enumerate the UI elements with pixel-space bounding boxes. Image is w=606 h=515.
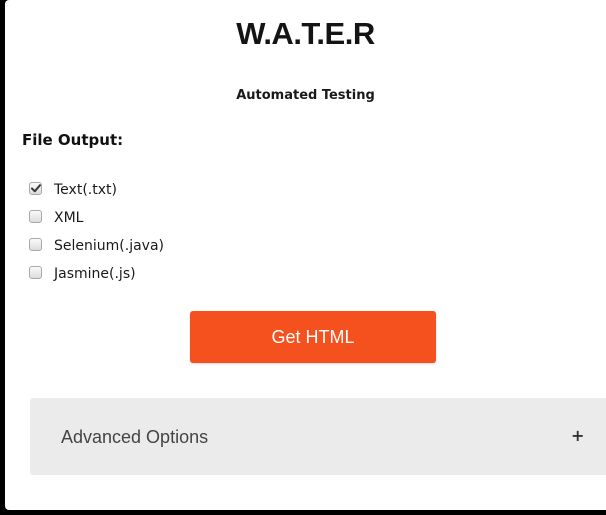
- jasmine-js-checkbox[interactable]: [29, 265, 42, 279]
- xml-label[interactable]: XML: [54, 210, 83, 226]
- option-selenium-java[interactable]: Selenium(.java): [29, 232, 164, 260]
- app-title: W.A.T.E.R: [236, 16, 375, 51]
- advanced-options-label: Advanced Options: [61, 427, 209, 447]
- option-jasmine-js[interactable]: Jasmine(.js): [29, 260, 164, 288]
- selenium-java-checkbox[interactable]: [29, 237, 42, 251]
- popup-panel: W.A.T.E.R Automated Testing File Output:…: [5, 0, 606, 510]
- option-text-txt[interactable]: Text(.txt): [29, 176, 164, 204]
- advanced-options-toggle[interactable]: Advanced Options +: [30, 398, 606, 475]
- get-html-button[interactable]: Get HTML: [190, 311, 436, 363]
- text-txt-label[interactable]: Text(.txt): [54, 182, 117, 198]
- option-xml[interactable]: XML: [29, 204, 164, 232]
- text-txt-checkbox[interactable]: [29, 181, 42, 195]
- check-icon: [30, 183, 41, 192]
- jasmine-js-label[interactable]: Jasmine(.js): [54, 266, 136, 282]
- file-output-options: Text(.txt) XML Selenium(.java) Jasmine(.…: [29, 176, 164, 288]
- plus-icon[interactable]: +: [571, 426, 584, 445]
- app-subtitle: Automated Testing: [236, 88, 375, 103]
- file-output-heading: File Output:: [22, 131, 124, 149]
- xml-checkbox[interactable]: [29, 209, 42, 223]
- selenium-java-label[interactable]: Selenium(.java): [54, 238, 164, 254]
